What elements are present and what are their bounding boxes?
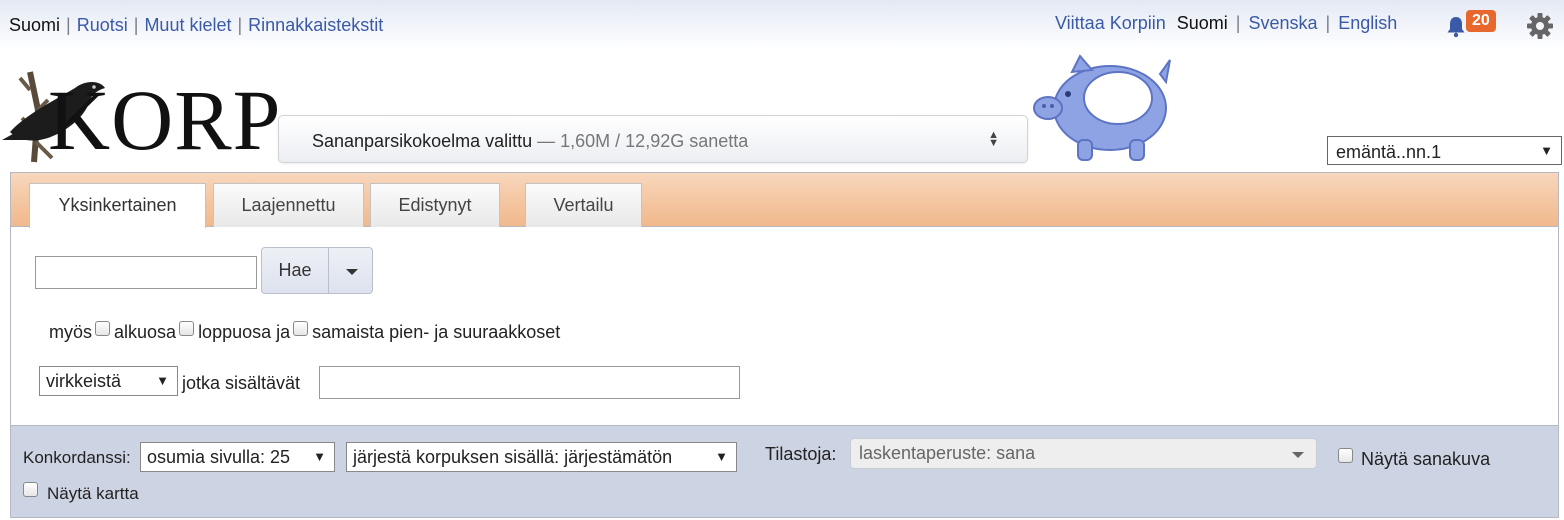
nav-ruotsi[interactable]: Ruotsi	[77, 15, 128, 35]
sort-value: järjestä korpuksen sisällä: järjestämätö…	[353, 447, 673, 467]
dropdown-arrow-icon: ▼	[313, 449, 326, 464]
dropdown-arrow-icon: ▼	[715, 449, 728, 464]
wordpicture-checkbox[interactable]	[1338, 448, 1353, 463]
caret-down-icon	[346, 269, 358, 275]
lang-suomi[interactable]: Suomi	[1177, 13, 1228, 33]
lang-english[interactable]: English	[1338, 13, 1397, 33]
piggy-bank-icon[interactable]	[1032, 54, 1174, 162]
search-history-select[interactable]: emäntä..nn.1 ▼	[1327, 136, 1562, 165]
results-options-bar: Konkordanssi: osumia sivulla: 25 ▼ järje…	[11, 425, 1558, 517]
also-label: myös	[49, 322, 93, 342]
suffix-checkbox[interactable]	[179, 321, 195, 336]
search-options-button[interactable]	[328, 247, 373, 294]
caret-down-icon	[1292, 452, 1304, 458]
map-checkbox[interactable]	[23, 482, 38, 497]
corpus-selected-label: Sananparsikokoelma valittu	[312, 131, 533, 151]
stats-label: Tilastoja:	[765, 444, 837, 464]
search-history-value: emäntä..nn.1	[1336, 142, 1442, 162]
context-unit-select[interactable]: virkkeistä ▼	[39, 366, 178, 396]
nav-muut-kielet[interactable]: Muut kielet	[144, 15, 231, 35]
tab-extended[interactable]: Laajennettu	[213, 183, 364, 227]
case-checkbox[interactable]	[293, 321, 309, 336]
wordpicture-label: Näytä sanakuva	[1361, 449, 1491, 469]
tab-advanced[interactable]: Edistynyt	[370, 183, 500, 227]
tab-compare[interactable]: Vertailu	[525, 183, 642, 227]
lang-svenska[interactable]: Svenska	[1248, 13, 1317, 33]
ui-language-nav: Viittaa Korpiin Suomi | Svenska | English	[1055, 13, 1398, 33]
stats-basis-value: laskentaperuste: sana	[859, 443, 1036, 463]
hits-per-page-select[interactable]: osumia sivulla: 25 ▼	[140, 442, 335, 472]
cite-link[interactable]: Viittaa Korpiin	[1055, 13, 1166, 33]
suffix-label: loppuosa ja	[198, 322, 291, 342]
sort-select[interactable]: järjestä korpuksen sisällä: järjestämätö…	[346, 442, 737, 472]
context-label: jotka sisältävät	[182, 373, 301, 393]
corpus-language-nav: Suomi | Ruotsi | Muut kielet | Rinnakkaistekst…	[9, 15, 384, 35]
context-input[interactable]	[319, 366, 740, 399]
map-label: Näytä kartta	[47, 484, 139, 503]
logo-text: KORP	[48, 72, 282, 168]
prefix-label: alkuosa	[114, 322, 177, 342]
bell-icon[interactable]	[1444, 15, 1468, 39]
notification-badge[interactable]: 20	[1466, 10, 1496, 32]
search-options: myös alkuosa loppuosa ja samaista pien- ja …	[49, 321, 560, 343]
corpus-size: — 1,60M / 12,92G sanetta	[537, 131, 749, 151]
top-bar: Suomi | Ruotsi | Muut kielet | Rinnakkaistekst…	[0, 0, 1564, 50]
search-panel: Yksinkertainen Laajennettu Edistynyt Ver…	[10, 172, 1559, 518]
stats-basis-select[interactable]: laskentaperuste: sana	[850, 438, 1317, 469]
case-label: samaista pien- ja suuraakkoset	[312, 322, 561, 342]
gear-icon[interactable]	[1525, 11, 1555, 41]
search-tabs: Yksinkertainen Laajennettu Edistynyt Ver…	[11, 173, 1558, 228]
dropdown-arrow-icon: ▼	[1540, 143, 1553, 158]
search-button[interactable]: Hae	[261, 247, 329, 294]
tab-simple[interactable]: Yksinkertainen	[29, 183, 206, 228]
dropdown-arrow-icon: ▼	[156, 373, 169, 388]
context-unit-value: virkkeistä	[46, 371, 122, 391]
corpus-chooser[interactable]: Sananparsikokoelma valittu — 1,60M / 12,…	[278, 115, 1028, 163]
korp-logo[interactable]: KORP	[0, 70, 280, 170]
hits-per-page-value: osumia sivulla: 25	[147, 447, 291, 467]
search-input[interactable]	[35, 256, 257, 289]
prefix-checkbox[interactable]	[95, 321, 111, 336]
updown-icon: ▲ ▼	[988, 129, 999, 149]
nav-suomi[interactable]: Suomi	[9, 15, 60, 35]
kwic-label: Konkordanssi:	[23, 448, 131, 467]
nav-rinnakkaistekstit[interactable]: Rinnakkaistekstit	[248, 15, 383, 35]
